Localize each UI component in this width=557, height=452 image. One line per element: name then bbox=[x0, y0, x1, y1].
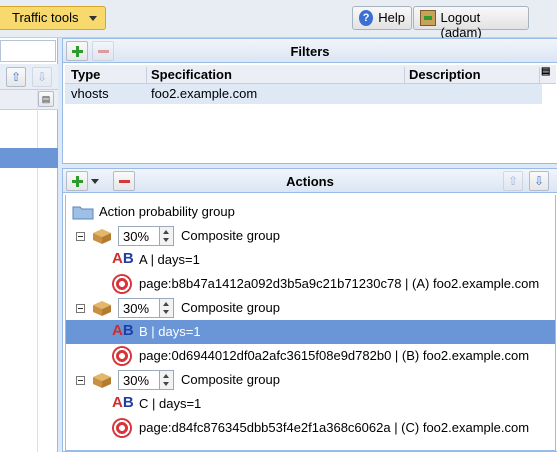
tree-item[interactable]: page:b8b47a1412a092d3b5a9c21b71230c78 | … bbox=[66, 272, 555, 296]
ab-icon: AB bbox=[112, 394, 134, 411]
tree-item-selected[interactable]: AB B | days=1 bbox=[66, 320, 555, 344]
move-up-button[interactable]: ⇧ bbox=[6, 67, 26, 87]
help-button[interactable]: ? Help bbox=[352, 6, 412, 30]
package-icon bbox=[93, 373, 111, 388]
left-search-input[interactable] bbox=[0, 40, 56, 62]
actions-title: Actions bbox=[63, 169, 557, 193]
left-toolbar: ⇧ ⇩ bbox=[0, 64, 58, 90]
percent-stepper[interactable]: 30% bbox=[118, 298, 174, 318]
root-label: Action probability group bbox=[99, 204, 235, 219]
logout-label: Logout (adam) bbox=[440, 10, 482, 40]
collapse-icon[interactable] bbox=[76, 376, 85, 385]
group-label: Composite group bbox=[181, 372, 280, 387]
add-action-button[interactable] bbox=[66, 171, 88, 191]
move-up-button[interactable]: ⇧ bbox=[503, 171, 523, 191]
collapse-icon[interactable] bbox=[76, 304, 85, 313]
page-label: page:0d6944012df0a2afc3615f08e9d782b0 | … bbox=[139, 348, 530, 363]
page-label: page:d84fc876345dbb53f4e2f1a368c6062a | … bbox=[139, 420, 530, 435]
folder-icon bbox=[72, 206, 94, 220]
tree-root[interactable]: Action probability group bbox=[66, 200, 555, 224]
logout-button[interactable]: Logout (adam) bbox=[413, 6, 529, 40]
filters-panel: Filters Type Specification Description ▤… bbox=[62, 38, 557, 164]
target-icon bbox=[112, 346, 132, 366]
tree-item[interactable]: AB C | days=1 bbox=[66, 392, 555, 416]
tree-group[interactable]: 30% Composite group bbox=[66, 296, 555, 320]
ab-label: B | days=1 bbox=[139, 324, 201, 339]
collapse-icon[interactable] bbox=[76, 232, 85, 241]
remove-filter-button[interactable] bbox=[92, 41, 114, 61]
tree-item[interactable]: AB A | days=1 bbox=[66, 248, 555, 272]
row-specification: foo2.example.com bbox=[151, 86, 258, 101]
package-icon bbox=[93, 229, 111, 244]
filters-grid-header: Type Specification Description ▤ bbox=[65, 65, 556, 86]
page-label: page:b8b47a1412a092d3b5a9c21b71230c78 | … bbox=[139, 276, 540, 291]
filters-title: Filters bbox=[63, 39, 557, 63]
traffic-tools-button[interactable]: Traffic tools bbox=[0, 6, 106, 30]
group-label: Composite group bbox=[181, 300, 280, 315]
column-menu-icon[interactable]: ▤ bbox=[38, 91, 54, 107]
group-label: Composite group bbox=[181, 228, 280, 243]
tree-item[interactable]: page:0d6944012df0a2afc3615f08e9d782b0 | … bbox=[66, 344, 555, 368]
package-icon bbox=[93, 301, 111, 316]
move-down-button[interactable]: ⇩ bbox=[529, 171, 549, 191]
add-filter-button[interactable] bbox=[66, 41, 88, 61]
column-menu-icon[interactable]: ▤ bbox=[541, 66, 550, 77]
column-type[interactable]: Type bbox=[71, 67, 100, 82]
column-description[interactable]: Description bbox=[409, 67, 481, 82]
column-specification[interactable]: Specification bbox=[151, 67, 232, 82]
remove-action-button[interactable] bbox=[113, 171, 135, 191]
move-down-button[interactable]: ⇩ bbox=[32, 67, 52, 87]
traffic-tools-label: Traffic tools bbox=[12, 10, 79, 25]
left-column-divider bbox=[37, 90, 38, 452]
logout-icon bbox=[420, 10, 436, 26]
chevron-down-icon bbox=[89, 16, 97, 21]
ab-label: C | days=1 bbox=[139, 396, 202, 411]
help-icon: ? bbox=[359, 10, 374, 26]
target-icon bbox=[112, 274, 132, 294]
left-selected-row[interactable] bbox=[0, 148, 58, 168]
left-grid-header: ▤ bbox=[0, 90, 58, 110]
tree-group[interactable]: 30% Composite group bbox=[66, 368, 555, 392]
actions-tree: Action probability group 30% Composite g… bbox=[65, 195, 556, 451]
chevron-down-icon[interactable] bbox=[91, 179, 99, 184]
target-icon bbox=[112, 418, 132, 438]
tree-item[interactable]: page:d84fc876345dbb53f4e2f1a368c6062a | … bbox=[66, 416, 555, 440]
tree-group[interactable]: 30% Composite group bbox=[66, 224, 555, 248]
actions-panel: Actions ⇧ ⇩ Action probability group 30%… bbox=[62, 168, 557, 452]
help-label: Help bbox=[378, 10, 405, 25]
ab-label: A | days=1 bbox=[139, 252, 200, 267]
row-type: vhosts bbox=[71, 86, 109, 101]
table-row[interactable]: vhosts foo2.example.com bbox=[65, 84, 542, 104]
ab-icon: AB bbox=[112, 250, 134, 267]
percent-stepper[interactable]: 30% bbox=[118, 226, 174, 246]
percent-stepper[interactable]: 30% bbox=[118, 370, 174, 390]
ab-icon: AB bbox=[112, 322, 134, 339]
